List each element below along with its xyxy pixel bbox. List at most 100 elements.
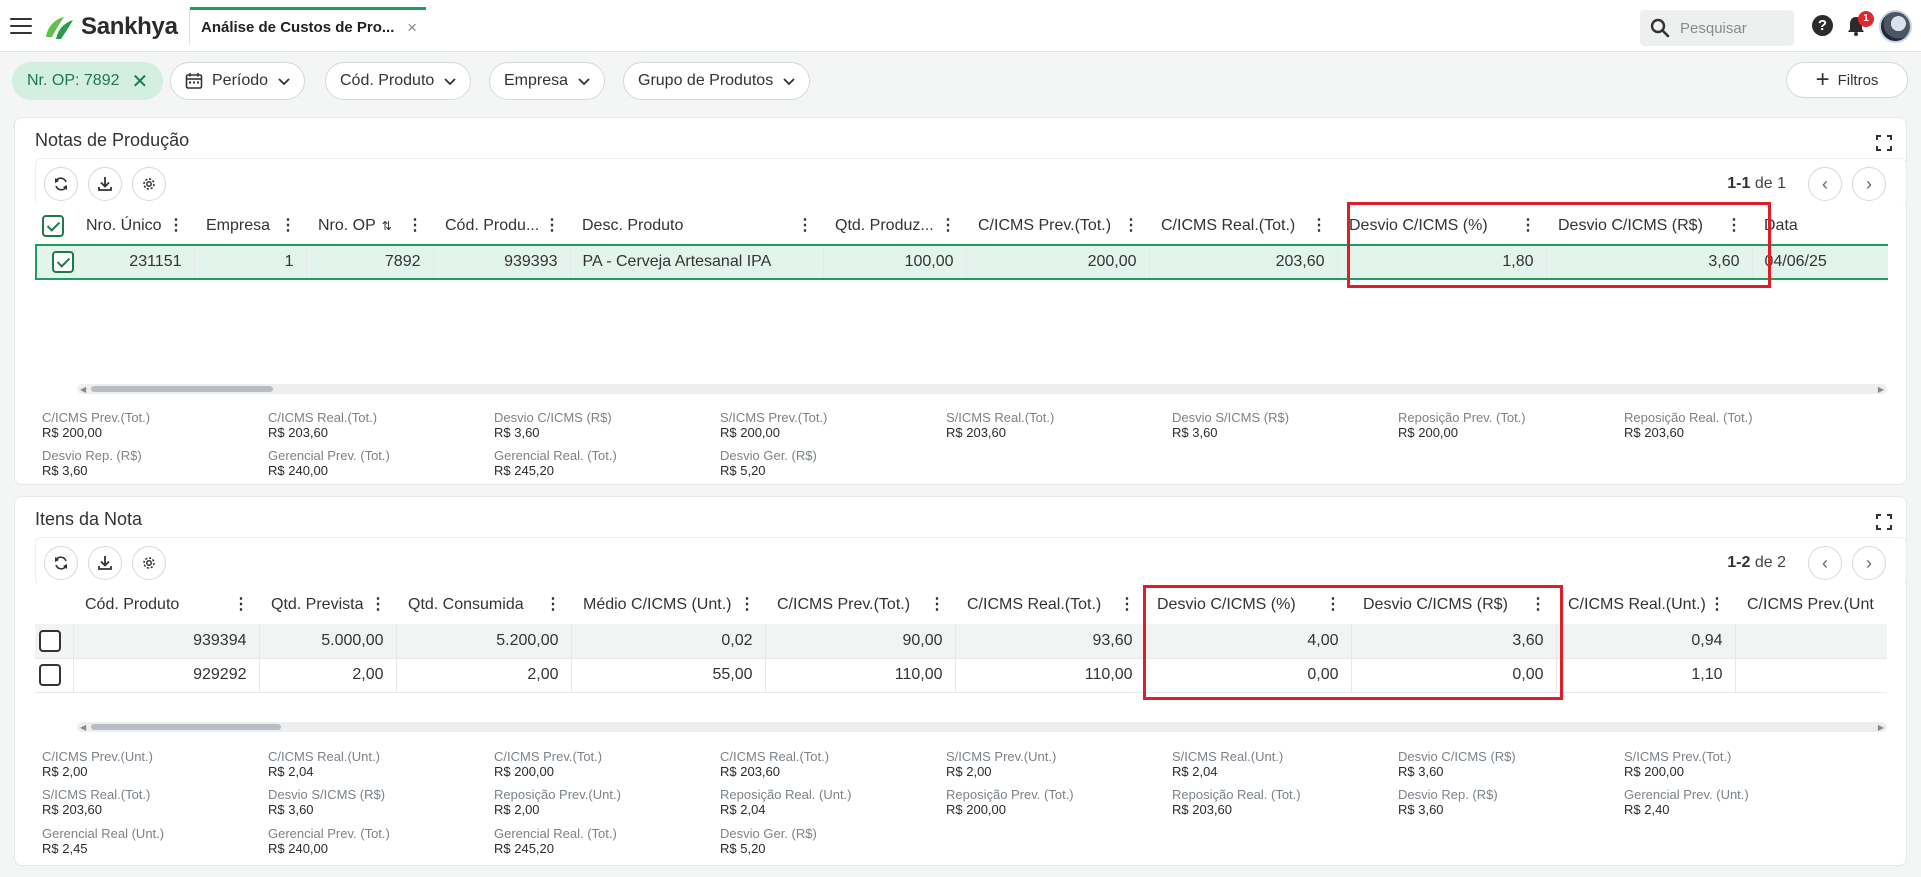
horizontal-scrollbar[interactable]: ◀ ▶ — [77, 384, 1887, 394]
total-label: Gerencial Real. (Tot.) — [494, 448, 617, 463]
search-box[interactable] — [1640, 10, 1794, 46]
column-header[interactable]: Data — [1752, 207, 1888, 245]
help-icon[interactable]: ? — [1812, 15, 1833, 36]
filter-label: Período — [212, 72, 269, 89]
filter-chip-nr-op[interactable]: Nr. OP: 7892 ✕ — [12, 62, 164, 100]
column-menu-icon[interactable]: ⋮ — [544, 218, 560, 234]
table-row[interactable]: 939394 5.000,00 5.200,00 0,02 90,00 93,6… — [35, 624, 1887, 659]
column-header[interactable]: Cód. Produto ⋮ — [73, 586, 259, 624]
column-header[interactable]: Qtd. Consumida ⋮ — [396, 586, 571, 624]
total-label: Reposição Prev. (Tot.) — [1398, 410, 1526, 425]
column-header[interactable]: Cód. Produ... ⋮ — [433, 207, 570, 245]
table-row[interactable]: 929292 2,00 2,00 55,00 110,00 110,00 0,0… — [35, 658, 1887, 693]
fullscreen-icon[interactable] — [1876, 135, 1892, 151]
column-header[interactable]: Desc. Produto ⋮ — [570, 207, 823, 245]
column-menu-icon[interactable]: ⋮ — [545, 597, 561, 613]
column-menu-icon[interactable]: ⋮ — [1119, 597, 1135, 613]
column-header[interactable]: Nro. OP ⇅ ⋮ — [306, 207, 433, 245]
tab-analise-custos[interactable]: Análise de Custos de Pro... × — [190, 7, 426, 45]
total-value: R$ 200,00 — [1624, 764, 1684, 779]
column-header[interactable]: Empresa ⋮ — [194, 207, 306, 245]
select-all-cell[interactable] — [36, 207, 74, 245]
filter-empresa[interactable]: Empresa — [489, 62, 606, 100]
chevron-down-icon — [278, 78, 290, 86]
column-header[interactable]: C/ICMS Real.(Tot.) ⋮ — [1149, 207, 1337, 245]
fullscreen-icon[interactable] — [1876, 514, 1892, 530]
total-label: Reposição Real. (Unt.) — [720, 787, 852, 802]
column-menu-icon[interactable]: ⋮ — [1709, 597, 1725, 613]
next-page-button[interactable]: › — [1852, 546, 1886, 580]
total-value: R$ 5,20 — [720, 463, 766, 478]
row-checkbox[interactable] — [39, 629, 61, 652]
column-header[interactable]: Nro. Único ⋮ — [74, 207, 194, 245]
column-header[interactable]: C/ICMS Prev.(Tot.) ⋮ — [966, 207, 1149, 245]
total-value: R$ 200,00 — [946, 802, 1006, 817]
column-header[interactable]: Qtd. Produz... ⋮ — [823, 207, 966, 245]
column-menu-icon[interactable]: ⋮ — [929, 597, 945, 613]
column-header[interactable]: Qtd. Prevista ⋮ — [259, 586, 396, 624]
row-select-cell[interactable] — [35, 244, 75, 280]
column-header[interactable]: C/ICMS Real.(Unt.) ⋮ — [1556, 586, 1735, 624]
column-label: C/ICMS Real.(Tot.) — [1161, 216, 1296, 234]
column-header[interactable]: C/ICMS Prev.(Tot.) ⋮ — [765, 586, 955, 624]
sort-icon[interactable]: ⇅ — [382, 219, 392, 233]
total-label: Reposição Prev. (Tot.) — [946, 787, 1074, 802]
settings-button[interactable] — [132, 546, 166, 580]
total-value: R$ 3,60 — [268, 802, 314, 817]
total-item: S/ICMS Real.(Tot.) R$ 203,60 — [946, 410, 1166, 440]
column-menu-icon[interactable]: ⋮ — [233, 597, 249, 613]
column-header[interactable]: C/ICMS Prev.(Unt — [1735, 586, 1887, 624]
total-label: Gerencial Real (Unt.) — [42, 826, 165, 841]
brand-logo[interactable]: Sankhya — [42, 12, 178, 42]
tab-close-icon[interactable]: × — [407, 18, 417, 38]
row-checkbox[interactable] — [51, 251, 73, 273]
total-value: R$ 2,04 — [720, 802, 766, 817]
refresh-button[interactable] — [44, 546, 78, 580]
filter-periodo[interactable]: Período — [170, 62, 306, 100]
download-button[interactable] — [88, 167, 122, 201]
filter-cod-produto[interactable]: Cód. Produto — [325, 62, 472, 100]
avatar[interactable] — [1879, 10, 1912, 43]
download-button[interactable] — [88, 546, 122, 580]
add-filters-button[interactable]: + Filtros — [1786, 62, 1908, 98]
prev-page-button[interactable]: ‹ — [1808, 546, 1842, 580]
total-label: S/ICMS Prev.(Tot.) — [1624, 749, 1732, 764]
column-menu-icon[interactable]: ⋮ — [1123, 218, 1139, 234]
column-menu-icon[interactable]: ⋮ — [1311, 218, 1327, 234]
top-bar: Sankhya Análise de Custos de Pro... × ? … — [0, 0, 1921, 52]
prev-page-button[interactable]: ‹ — [1808, 167, 1842, 201]
column-menu-icon[interactable]: ⋮ — [739, 597, 755, 613]
refresh-button[interactable] — [44, 167, 78, 201]
row-checkbox[interactable] — [39, 664, 61, 686]
column-menu-icon[interactable]: ⋮ — [168, 218, 184, 234]
total-label: C/ICMS Real.(Tot.) — [268, 410, 378, 425]
column-menu-icon[interactable]: ⋮ — [280, 218, 296, 234]
column-menu-icon[interactable]: ⋮ — [940, 218, 956, 234]
scroll-right-icon[interactable]: ▶ — [1878, 385, 1884, 394]
next-page-button[interactable]: › — [1852, 167, 1886, 201]
total-value: R$ 3,60 — [1398, 764, 1444, 779]
close-icon[interactable]: ✕ — [132, 69, 149, 94]
scroll-left-icon[interactable]: ◀ — [80, 385, 86, 394]
column-header[interactable]: C/ICMS Real.(Tot.) ⋮ — [955, 586, 1145, 624]
horizontal-scrollbar[interactable]: ◀ ▶ — [77, 722, 1887, 732]
column-header[interactable]: Médio C/ICMS (Unt.) ⋮ — [571, 586, 765, 624]
settings-button[interactable] — [132, 167, 166, 201]
total-item: Reposição Prev. (Tot.) R$ 200,00 — [1398, 410, 1618, 440]
menu-icon[interactable] — [10, 18, 32, 36]
row-select-cell[interactable] — [35, 624, 74, 659]
scroll-left-icon[interactable]: ◀ — [80, 723, 86, 732]
notas-producao-panel: Notas de Produção 1-1 de 1 ‹ › Nro. Únic… — [14, 117, 1907, 485]
column-menu-icon[interactable]: ⋮ — [407, 218, 423, 234]
column-menu-icon[interactable]: ⋮ — [370, 597, 386, 613]
column-menu-icon[interactable]: ⋮ — [797, 218, 813, 234]
scrollbar-thumb[interactable] — [91, 724, 281, 730]
row-select-cell[interactable] — [35, 658, 74, 693]
filter-grupo-produtos[interactable]: Grupo de Produtos — [623, 62, 811, 100]
total-item: Reposição Prev.(Unt.) R$ 2,00 — [494, 787, 714, 817]
select-all-checkbox[interactable] — [42, 214, 64, 237]
scrollbar-thumb[interactable] — [91, 386, 273, 392]
column-label: Cód. Produto — [85, 596, 180, 613]
search-input[interactable] — [1680, 19, 1790, 37]
scroll-right-icon[interactable]: ▶ — [1878, 723, 1884, 732]
